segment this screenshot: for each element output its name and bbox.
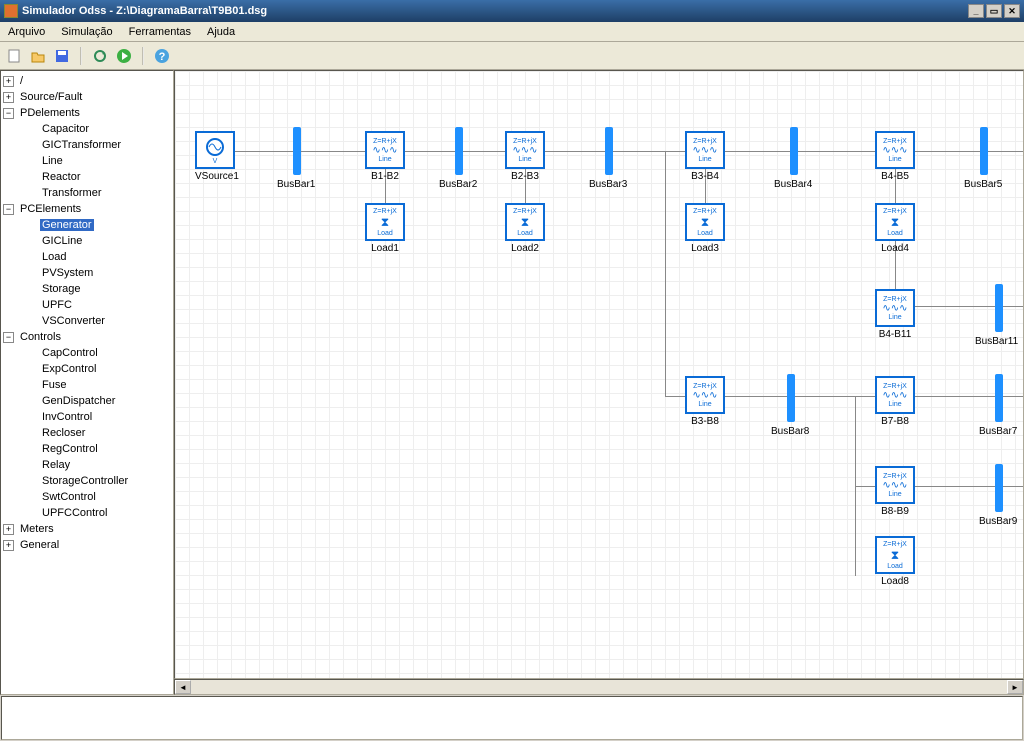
scroll-right-button[interactable]: ► xyxy=(1007,680,1023,694)
busbar8[interactable] xyxy=(787,374,795,422)
busbar11[interactable] xyxy=(995,284,1003,332)
tree-pvsystem[interactable]: PVSystem xyxy=(3,265,171,281)
busbar3-label: BusBar3 xyxy=(589,179,627,190)
block-b4b5[interactable]: Z=R+jX∿∿∿LineB4-B5 xyxy=(875,131,915,182)
toolbar-divider xyxy=(80,47,82,65)
block-load3[interactable]: Z=R+jX⧗LoadLoad3 xyxy=(685,203,725,254)
block-load8[interactable]: Z=R+jX⧗LoadLoad8 xyxy=(875,536,915,587)
title-bar: Simulador Odss - Z:\DiagramaBarra\T9B01.… xyxy=(0,0,1024,22)
refresh-button[interactable] xyxy=(90,46,110,66)
menu-arquivo[interactable]: Arquivo xyxy=(8,26,45,38)
wire-b3b8-v xyxy=(665,151,666,396)
busbar4[interactable] xyxy=(790,127,798,175)
busbar9-label: BusBar9 xyxy=(979,516,1017,527)
busbar7-label: BusBar7 xyxy=(979,426,1017,437)
tree-gictransformer[interactable]: GICTransformer xyxy=(3,137,171,153)
tree-capacitor[interactable]: Capacitor xyxy=(3,121,171,137)
horizontal-scrollbar[interactable]: ◄ ► xyxy=(174,679,1024,695)
block-b3b8[interactable]: Z=R+jX∿∿∿LineB3-B8 xyxy=(685,376,725,427)
tree-upfccontrol[interactable]: UPFCControl xyxy=(3,505,171,521)
tree-gicline[interactable]: GICLine xyxy=(3,233,171,249)
block-b1b2[interactable]: Z=R+jX∿∿∿LineB1-B2 xyxy=(365,131,405,182)
tree-generator[interactable]: Generator xyxy=(3,217,171,233)
busbar4-label: BusBar4 xyxy=(774,179,812,190)
tree-regcontrol[interactable]: RegControl xyxy=(3,441,171,457)
tree-general[interactable]: +General xyxy=(3,537,171,553)
tree-capcontrol[interactable]: CapControl xyxy=(3,345,171,361)
tree-upfc[interactable]: UPFC xyxy=(3,297,171,313)
tree-invcontrol[interactable]: InvControl xyxy=(3,409,171,425)
block-b2b3[interactable]: Z=R+jX∿∿∿LineB2-B3 xyxy=(505,131,545,182)
tree-recloser[interactable]: Recloser xyxy=(3,425,171,441)
busbar3[interactable] xyxy=(605,127,613,175)
toolbar-divider-2 xyxy=(142,47,144,65)
minimize-button[interactable]: _ xyxy=(968,4,984,18)
save-button[interactable] xyxy=(52,46,72,66)
block-b4b11[interactable]: Z=R+jX∿∿∿LineB4-B11 xyxy=(875,289,915,340)
block-b3b4[interactable]: Z=R+jX∿∿∿LineB3-B4 xyxy=(685,131,725,182)
scroll-left-button[interactable]: ◄ xyxy=(175,680,191,694)
diagram-canvas[interactable]: V VSource1 BusBar1 BusBar2 BusBar3 BusBa… xyxy=(174,70,1024,679)
tree-storage[interactable]: Storage xyxy=(3,281,171,297)
busbar2-label: BusBar2 xyxy=(439,179,477,190)
tree-reactor[interactable]: Reactor xyxy=(3,169,171,185)
busbar2[interactable] xyxy=(455,127,463,175)
tree-root[interactable]: +/ xyxy=(3,73,171,89)
svg-text:?: ? xyxy=(159,51,166,63)
tree-relay[interactable]: Relay xyxy=(3,457,171,473)
menu-ferramentas[interactable]: Ferramentas xyxy=(129,26,191,38)
block-b8b9[interactable]: Z=R+jX∿∿∿LineB8-B9 xyxy=(875,466,915,517)
busbar11-label: BusBar11 xyxy=(975,336,1018,347)
open-file-button[interactable] xyxy=(28,46,48,66)
busbar5-label: BusBar5 xyxy=(964,179,1002,190)
block-b7b8[interactable]: Z=R+jX∿∿∿LineB7-B8 xyxy=(875,376,915,427)
tree-line[interactable]: Line xyxy=(3,153,171,169)
tree-fuse[interactable]: Fuse xyxy=(3,377,171,393)
tree-gendispatcher[interactable]: GenDispatcher xyxy=(3,393,171,409)
tree-vsconverter[interactable]: VSConverter xyxy=(3,313,171,329)
block-load2[interactable]: Z=R+jX⧗LoadLoad2 xyxy=(505,203,545,254)
tree-load[interactable]: Load xyxy=(3,249,171,265)
help-button[interactable]: ? xyxy=(152,46,172,66)
run-button[interactable] xyxy=(114,46,134,66)
maximize-button[interactable]: ▭ xyxy=(986,4,1002,18)
toolbar: ? xyxy=(0,42,1024,70)
block-load1[interactable]: Z=R+jX⧗LoadLoad1 xyxy=(365,203,405,254)
busbar9[interactable] xyxy=(995,464,1003,512)
new-file-button[interactable] xyxy=(4,46,24,66)
tree-pcelements[interactable]: −PCElements xyxy=(3,201,171,217)
window-title: Simulador Odss - Z:\DiagramaBarra\T9B01.… xyxy=(22,5,966,17)
busbar1[interactable] xyxy=(293,127,301,175)
output-panel[interactable] xyxy=(1,696,1023,740)
tree-storagecontroller[interactable]: StorageController xyxy=(3,473,171,489)
busbar5[interactable] xyxy=(980,127,988,175)
close-button[interactable]: ✕ xyxy=(1004,4,1020,18)
tree-sidebar[interactable]: +/ +Source/Fault −PDelements Capacitor G… xyxy=(0,70,174,695)
busbar1-label: BusBar1 xyxy=(277,179,315,190)
tree-expcontrol[interactable]: ExpControl xyxy=(3,361,171,377)
tree-swtcontrol[interactable]: SwtControl xyxy=(3,489,171,505)
tree-source-fault[interactable]: +Source/Fault xyxy=(3,89,171,105)
menu-ajuda[interactable]: Ajuda xyxy=(207,26,235,38)
scroll-track[interactable] xyxy=(191,680,1007,694)
menu-bar: Arquivo Simulação Ferramentas Ajuda xyxy=(0,22,1024,42)
busbar8-label: BusBar8 xyxy=(771,426,809,437)
block-vsource1[interactable]: V VSource1 xyxy=(195,131,239,182)
tree-pdelements[interactable]: −PDelements xyxy=(3,105,171,121)
tree-meters[interactable]: +Meters xyxy=(3,521,171,537)
app-icon xyxy=(4,4,18,18)
block-load4[interactable]: Z=R+jX⧗LoadLoad4 xyxy=(875,203,915,254)
tree-controls[interactable]: −Controls xyxy=(3,329,171,345)
busbar7[interactable] xyxy=(995,374,1003,422)
tree-transformer[interactable]: Transformer xyxy=(3,185,171,201)
menu-simulacao[interactable]: Simulação xyxy=(61,26,112,38)
